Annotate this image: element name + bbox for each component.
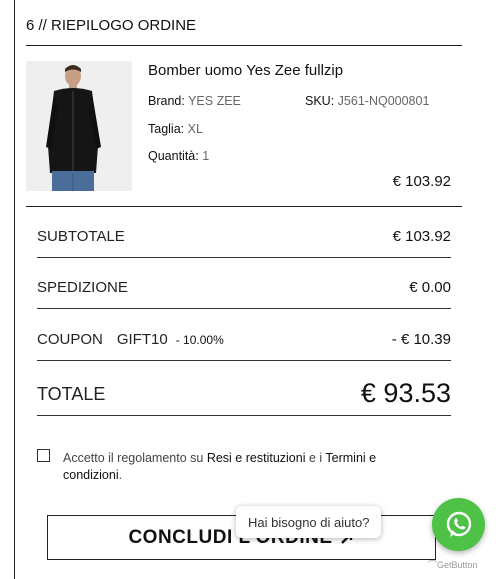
coupon-row: COUPON GIFT10 - 10.00% - € 10.39 [37, 331, 451, 351]
returns-link[interactable]: Resi e restituzioni [207, 451, 306, 465]
sku-label: SKU: [305, 94, 335, 108]
size-label: Taglia: [148, 122, 185, 136]
help-bubble[interactable]: Hai bisogno di aiuto? [236, 506, 382, 538]
product-brand: Brand: YES ZEE [148, 94, 241, 108]
coupon-code: GIFT10 [116, 331, 168, 348]
terms-text: Accetto il regolamento su Resi e restitu… [63, 450, 433, 484]
quantity-label: Quantità: [148, 149, 199, 163]
terms-text-1: Accetto il regolamento su [63, 451, 207, 465]
product-price: € 103.92 [392, 173, 451, 190]
brand-value: YES ZEE [188, 94, 241, 108]
coupon-percent: - 10.00% [175, 333, 224, 347]
brand-label: Brand: [148, 94, 185, 108]
product-name[interactable]: Bomber uomo Yes Zee fullzip [148, 62, 343, 79]
terms-text-2: e i [305, 451, 326, 465]
sku-value: J561-NQ000801 [337, 94, 430, 108]
terms-text-3: . [118, 468, 123, 482]
terms-checkbox[interactable] [37, 449, 50, 462]
left-border [14, 0, 15, 579]
product-image [26, 61, 132, 191]
product-sku: SKU: J561-NQ000801 [305, 94, 429, 108]
total-value: € 93.53 [360, 378, 451, 408]
title-divider [26, 45, 462, 46]
total-divider [37, 415, 451, 416]
getbutton-logo-icon: ⌒ [428, 560, 438, 570]
row-divider [37, 308, 451, 309]
product-divider [26, 206, 462, 207]
whatsapp-icon [446, 511, 471, 537]
total-label: TOTALE [37, 384, 106, 404]
whatsapp-button[interactable] [432, 498, 485, 551]
shipping-value: € 0.00 [409, 279, 451, 296]
subtotal-label: SUBTOTALE [37, 228, 125, 245]
quantity-value: 1 [202, 149, 210, 163]
size-value: XL [187, 122, 203, 136]
row-divider [37, 257, 451, 258]
section-title: 6 // RIEPILOGO ORDINE [26, 17, 197, 34]
subtotal-value: € 103.92 [392, 228, 451, 245]
row-divider [37, 360, 451, 361]
coupon-info: COUPON GIFT10 - 10.00% [37, 331, 224, 348]
shipping-label: SPEDIZIONE [37, 279, 128, 296]
product-quantity: Quantità: 1 [148, 149, 209, 163]
getbutton-credit[interactable]: ⌒GetButton [428, 558, 478, 571]
coupon-label: COUPON [37, 331, 103, 348]
subtotal-row: SUBTOTALE € 103.92 [37, 228, 451, 248]
coupon-value: - € 10.39 [391, 331, 451, 348]
product-size: Taglia: XL [148, 122, 203, 136]
shipping-row: SPEDIZIONE € 0.00 [37, 279, 451, 299]
getbutton-label: GetButton [437, 560, 478, 570]
